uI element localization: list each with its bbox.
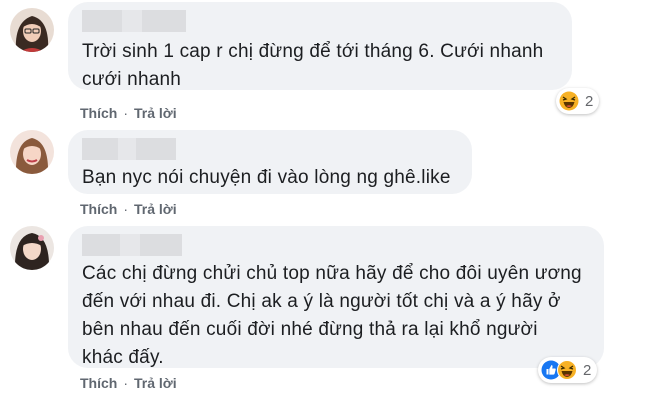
comment-text-line: khác đấy. — [82, 347, 164, 368]
comment-actions: Thích · Trả lời — [80, 375, 177, 391]
comment-text-line: Các chị đừng chửi chủ top nữa hãy để cho… — [82, 263, 582, 284]
reply-button[interactable]: Trả lời — [134, 201, 177, 217]
redacted-author-name[interactable] — [82, 234, 182, 256]
comment-actions: Thích · Trả lời — [80, 105, 177, 121]
avatar[interactable] — [10, 130, 54, 174]
reply-button[interactable]: Trả lời — [134, 375, 177, 391]
like-button[interactable]: Thích — [80, 375, 117, 391]
comment-bubble: Các chị đừng chửi chủ top nữa hãy để cho… — [68, 226, 604, 368]
comment-text: Các chị đừng chửi chủ top nữa hãy để cho… — [82, 260, 582, 372]
comment-bubble: Trời sinh 1 cap r chị đừng để tới tháng … — [68, 2, 572, 90]
comment-text-line: Trời sinh 1 cap r chị đừng để tới tháng … — [82, 41, 544, 62]
haha-icon — [557, 360, 577, 380]
avatar[interactable] — [10, 8, 54, 52]
separator: · — [123, 105, 129, 121]
separator: · — [123, 375, 129, 391]
reaction-count: 2 — [585, 92, 594, 110]
reaction-summary[interactable]: 2 — [556, 88, 600, 114]
separator: · — [123, 201, 129, 217]
comment-text: Bạn nyc nói chuyện đi vào lòng ng ghê.li… — [82, 164, 451, 192]
redacted-author-name[interactable] — [82, 10, 186, 32]
reaction-summary[interactable]: 2 — [538, 357, 598, 383]
comment-text-line: bên nhau đến cuối đời nhé đừng thả ra lạ… — [82, 319, 538, 340]
redacted-author-name[interactable] — [82, 138, 176, 160]
like-button[interactable]: Thích — [80, 105, 117, 121]
like-button[interactable]: Thích — [80, 201, 117, 217]
comment-text-line: cưới nhanh — [82, 69, 182, 90]
avatar-image — [10, 130, 54, 174]
haha-icon — [559, 91, 579, 111]
comment-actions: Thích · Trả lời — [80, 201, 177, 217]
comment-bubble: Bạn nyc nói chuyện đi vào lòng ng ghê.li… — [68, 130, 472, 194]
reply-button[interactable]: Trả lời — [134, 105, 177, 121]
avatar-image — [10, 226, 54, 270]
reaction-count: 2 — [583, 361, 592, 379]
avatar[interactable] — [10, 226, 54, 270]
avatar-image — [10, 8, 54, 52]
comment-text: Trời sinh 1 cap r chị đừng để tới tháng … — [82, 38, 543, 94]
comment-text-line: đến với nhau đi. Chị ak a ý là người tốt… — [82, 291, 561, 312]
comment-text-line: Bạn nyc nói chuyện đi vào lòng ng ghê.li… — [82, 167, 451, 188]
